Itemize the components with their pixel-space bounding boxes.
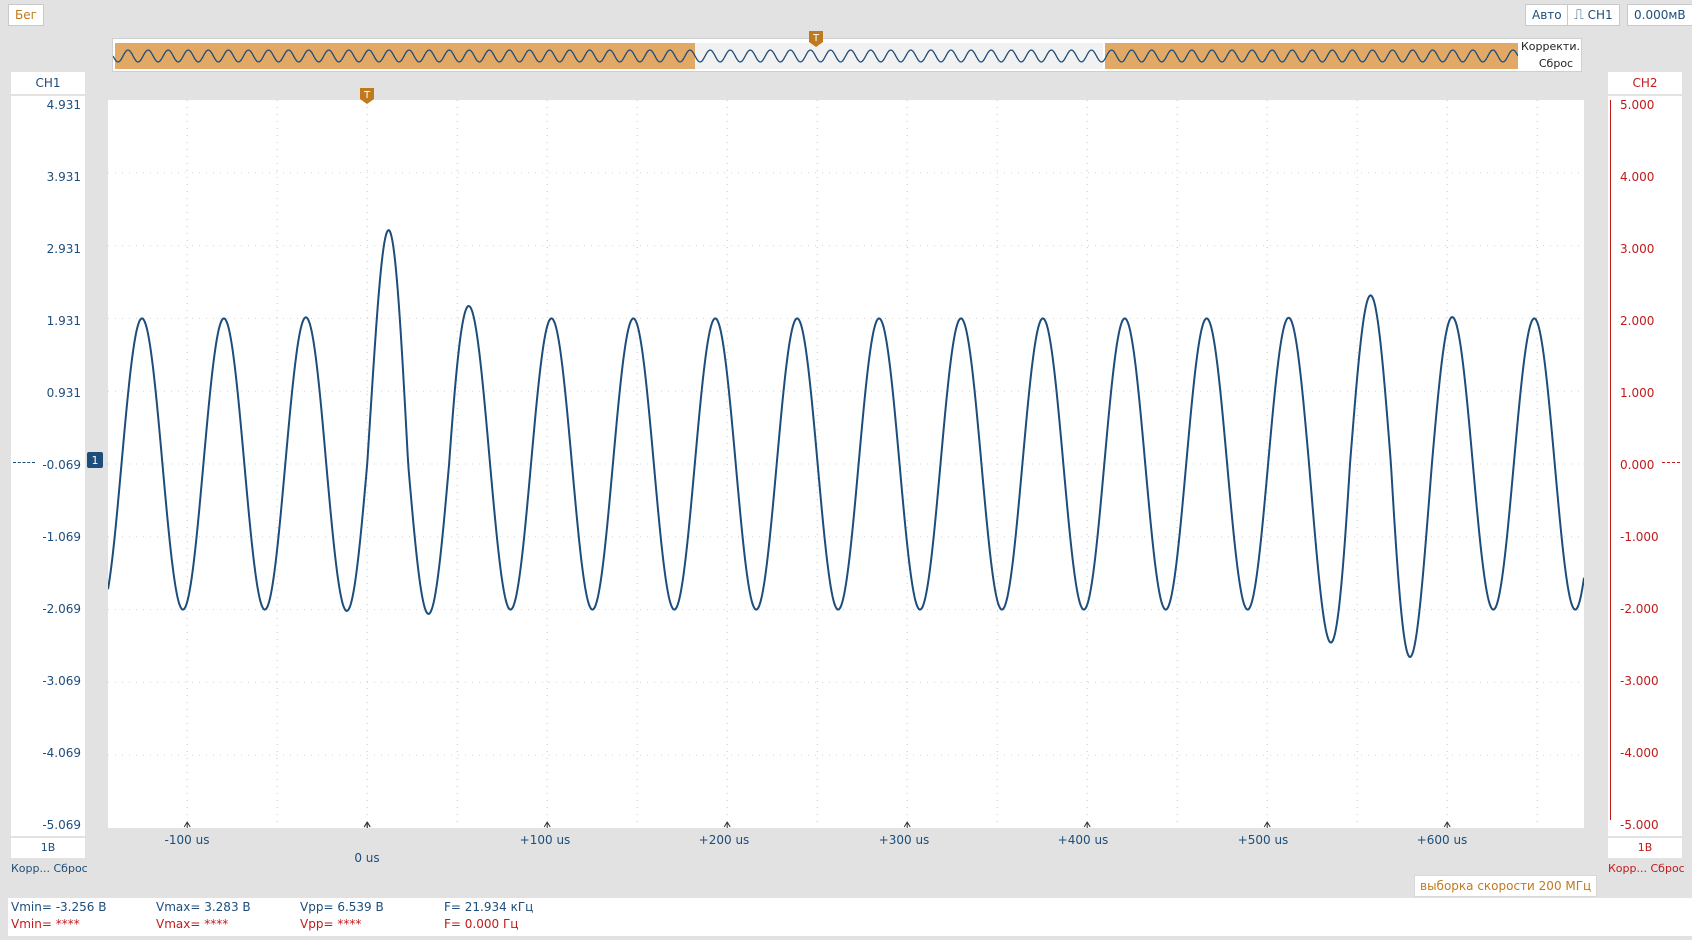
ch2-y-tick: -5.000 bbox=[1620, 818, 1659, 832]
ch2-y-tick: -2.000 bbox=[1620, 602, 1659, 616]
overview-trigger-letter: T bbox=[812, 33, 820, 44]
ch2-y-tick: 2.000 bbox=[1620, 314, 1655, 328]
run-status-button[interactable]: Бег bbox=[8, 4, 44, 26]
ch2-vmax: Vmax= **** bbox=[156, 917, 229, 931]
ch1-y-tick: 1.931 bbox=[46, 314, 81, 328]
waveform-overview[interactable]: Корректи... Сброс bbox=[112, 38, 1582, 72]
ch1-y-tick: -5.069 bbox=[42, 818, 81, 832]
ch2-y-tick: -3.000 bbox=[1620, 674, 1659, 688]
ch2-panel: CH2 5.000 4.000 3.000 2.000 1.000 0.000 … bbox=[1608, 72, 1685, 892]
x-tick-mark bbox=[1083, 821, 1091, 828]
x-tick-mark bbox=[1263, 821, 1271, 828]
ch2-y-tick: 4.000 bbox=[1620, 170, 1655, 184]
overview-outside-window bbox=[115, 43, 695, 69]
ch2-y-tick: -4.000 bbox=[1620, 746, 1659, 760]
x-tick-mark bbox=[543, 821, 551, 828]
ch1-y-tick: -4.069 bbox=[42, 746, 81, 760]
ch1-ground-marker[interactable]: 1 bbox=[86, 451, 104, 469]
ch1-correction-button[interactable]: Корр... bbox=[11, 862, 50, 875]
ch2-vpp: Vpp= **** bbox=[300, 917, 362, 931]
rising-edge-icon: ⎍ bbox=[1574, 7, 1584, 23]
trigger-source-label: CH1 bbox=[1587, 8, 1613, 22]
x-tick-label: +200 us bbox=[698, 833, 750, 847]
overview-trigger-marker[interactable]: T bbox=[808, 30, 824, 48]
measurements-panel: Vmin= -3.256 В Vmax= 3.283 В Vpp= 6.539 … bbox=[8, 898, 1692, 936]
trigger-source-button[interactable]: ⎍ CH1 bbox=[1567, 4, 1620, 26]
ch2-axis-line bbox=[1610, 100, 1611, 820]
x-tick-mark bbox=[903, 821, 911, 828]
ch2-y-tick: 5.000 bbox=[1620, 98, 1655, 112]
ch2-y-tick: 1.000 bbox=[1620, 386, 1655, 400]
ch1-y-tick: 0.931 bbox=[46, 386, 81, 400]
x-tick-label: +600 us bbox=[1416, 833, 1468, 847]
ch1-waveform-line bbox=[108, 228, 1584, 658]
ch1-axis: 4.931 3.931 2.931 1.931 0.931 -0.069 -1.… bbox=[11, 96, 85, 836]
ch1-y-tick: 4.931 bbox=[46, 98, 81, 112]
x-zero-label: 0 us bbox=[354, 851, 380, 865]
ch2-frequency: F= 0.000 Гц bbox=[444, 917, 519, 931]
ch1-offset-indicator bbox=[13, 462, 35, 463]
ch1-y-tick: 2.931 bbox=[46, 242, 81, 256]
ch1-y-tick: -1.069 bbox=[42, 530, 81, 544]
x-tick-label: +400 us bbox=[1057, 833, 1109, 847]
trigger-level-button[interactable]: 0.000мВ bbox=[1627, 4, 1692, 26]
ch1-vpp: Vpp= 6.539 В bbox=[300, 900, 384, 914]
sample-rate-label: выборка скорости 200 МГц bbox=[1414, 875, 1598, 897]
x-tick-mark bbox=[183, 821, 191, 828]
trigger-mode-button[interactable]: Авто bbox=[1525, 4, 1569, 26]
ch2-y-tick: 3.000 bbox=[1620, 242, 1655, 256]
ch1-panel: CH1 4.931 3.931 2.931 1.931 0.931 -0.069… bbox=[11, 72, 88, 892]
ch2-volts-per-div[interactable]: 1В bbox=[1608, 838, 1682, 858]
ch1-ground-marker-letter: 1 bbox=[92, 454, 99, 467]
ch1-y-tick: -3.069 bbox=[42, 674, 81, 688]
x-tick-label: +100 us bbox=[519, 833, 571, 847]
ch2-vmin: Vmin= **** bbox=[11, 917, 80, 931]
x-tick-mark bbox=[1443, 821, 1451, 828]
x-tick-label: -100 us bbox=[164, 833, 210, 847]
scope-waveform-chart bbox=[108, 100, 1584, 828]
ch2-reset-button[interactable]: Сброс bbox=[1651, 862, 1685, 875]
ch1-y-tick: -0.069 bbox=[42, 458, 81, 472]
trigger-marker-letter: T bbox=[363, 90, 371, 101]
x-tick-label: +500 us bbox=[1237, 833, 1289, 847]
trigger-position-marker[interactable]: T bbox=[359, 87, 375, 105]
ch2-y-tick: -1.000 bbox=[1620, 530, 1659, 544]
ch1-y-tick: 3.931 bbox=[46, 170, 81, 184]
x-tick-label: +300 us bbox=[878, 833, 930, 847]
overview-visible-window bbox=[695, 43, 1103, 69]
ch1-vmin: Vmin= -3.256 В bbox=[11, 900, 107, 914]
plot-grid bbox=[108, 100, 1584, 828]
ch1-volts-per-div[interactable]: 1В bbox=[11, 838, 85, 858]
ch1-y-tick: -2.069 bbox=[42, 602, 81, 616]
ch2-correction-button[interactable]: Корр... bbox=[1608, 862, 1647, 875]
overview-correction-button[interactable]: Корректи... bbox=[1521, 39, 1581, 55]
ch2-offset-indicator bbox=[1662, 462, 1680, 463]
ch1-controls: Корр... Сброс bbox=[11, 860, 88, 878]
ch1-frequency: F= 21.934 кГц bbox=[444, 900, 534, 914]
ch2-axis: 5.000 4.000 3.000 2.000 1.000 0.000 -1.0… bbox=[1608, 96, 1682, 836]
ch1-vmax: Vmax= 3.283 В bbox=[156, 900, 251, 914]
ch2-header-button[interactable]: CH2 bbox=[1608, 72, 1682, 94]
ch1-header-button[interactable]: CH1 bbox=[11, 72, 85, 94]
overview-reset-button[interactable]: Сброс bbox=[1531, 56, 1581, 72]
scope-plot-area[interactable] bbox=[108, 100, 1584, 828]
x-tick-mark bbox=[723, 821, 731, 828]
ch1-reset-button[interactable]: Сброс bbox=[54, 862, 88, 875]
ch2-controls: Корр... Сброс bbox=[1608, 860, 1685, 878]
ch2-y-tick: 0.000 bbox=[1620, 458, 1655, 472]
x-zero-tick-mark bbox=[363, 821, 371, 828]
